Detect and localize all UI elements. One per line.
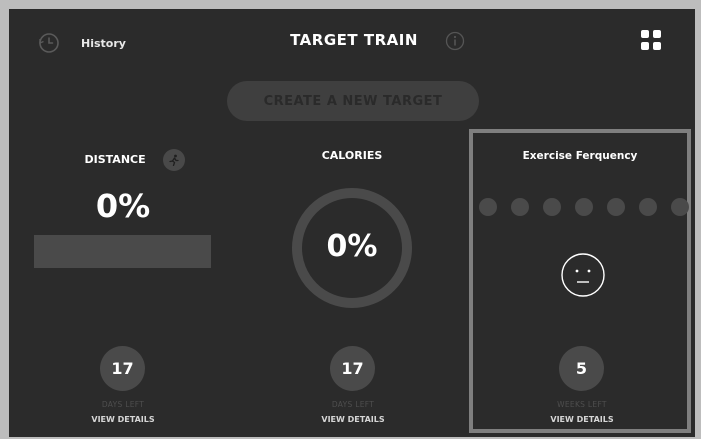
frequency-dot (543, 198, 561, 216)
running-person-icon[interactable] (163, 149, 186, 171)
history-label: History (81, 36, 126, 50)
history-button[interactable]: History (37, 31, 126, 55)
calories-days-left-label: DAYS LEFT (331, 400, 375, 409)
history-clock-icon (39, 33, 59, 53)
calories-view-details-link[interactable]: VIEW DETAILS (293, 415, 413, 424)
neutral-face-icon (561, 253, 605, 297)
distance-percent: 0% (95, 187, 151, 225)
calories-label: CALORIES (321, 149, 383, 162)
distance-progress-bar (34, 235, 211, 268)
frequency-dot (479, 198, 497, 216)
frequency-dot (639, 198, 657, 216)
distance-header: DISTANCE (34, 149, 240, 171)
page-title: TARGET TRAIN (290, 31, 418, 49)
exercise-frequency-title: Exercise Ferquency (522, 150, 638, 162)
calories-days-left-badge: 17 (330, 346, 375, 391)
frequency-dot (607, 198, 625, 216)
create-target-button[interactable]: CREATE A NEW TARGET (227, 81, 479, 121)
distance-days-left-label: DAYS LEFT (101, 400, 145, 409)
distance-label: DISTANCE (84, 153, 146, 166)
frequency-dot (511, 198, 529, 216)
grid-menu-icon[interactable] (641, 30, 661, 50)
calories-percent: 0% (326, 229, 378, 264)
exercise-frequency-dots (479, 198, 689, 216)
weeks-left-badge: 5 (559, 346, 604, 391)
info-icon[interactable] (445, 31, 465, 51)
distance-view-details-link[interactable]: VIEW DETAILS (63, 415, 183, 424)
frequency-dot (671, 198, 689, 216)
weeks-left-label: WEEKS LEFT (557, 400, 607, 409)
frequency-view-details-link[interactable]: VIEW DETAILS (522, 415, 642, 424)
frequency-dot (575, 198, 593, 216)
app-screen: History TARGET TRAIN CREATE A NEW TARGET… (9, 9, 695, 437)
distance-days-left-badge: 17 (100, 346, 145, 391)
